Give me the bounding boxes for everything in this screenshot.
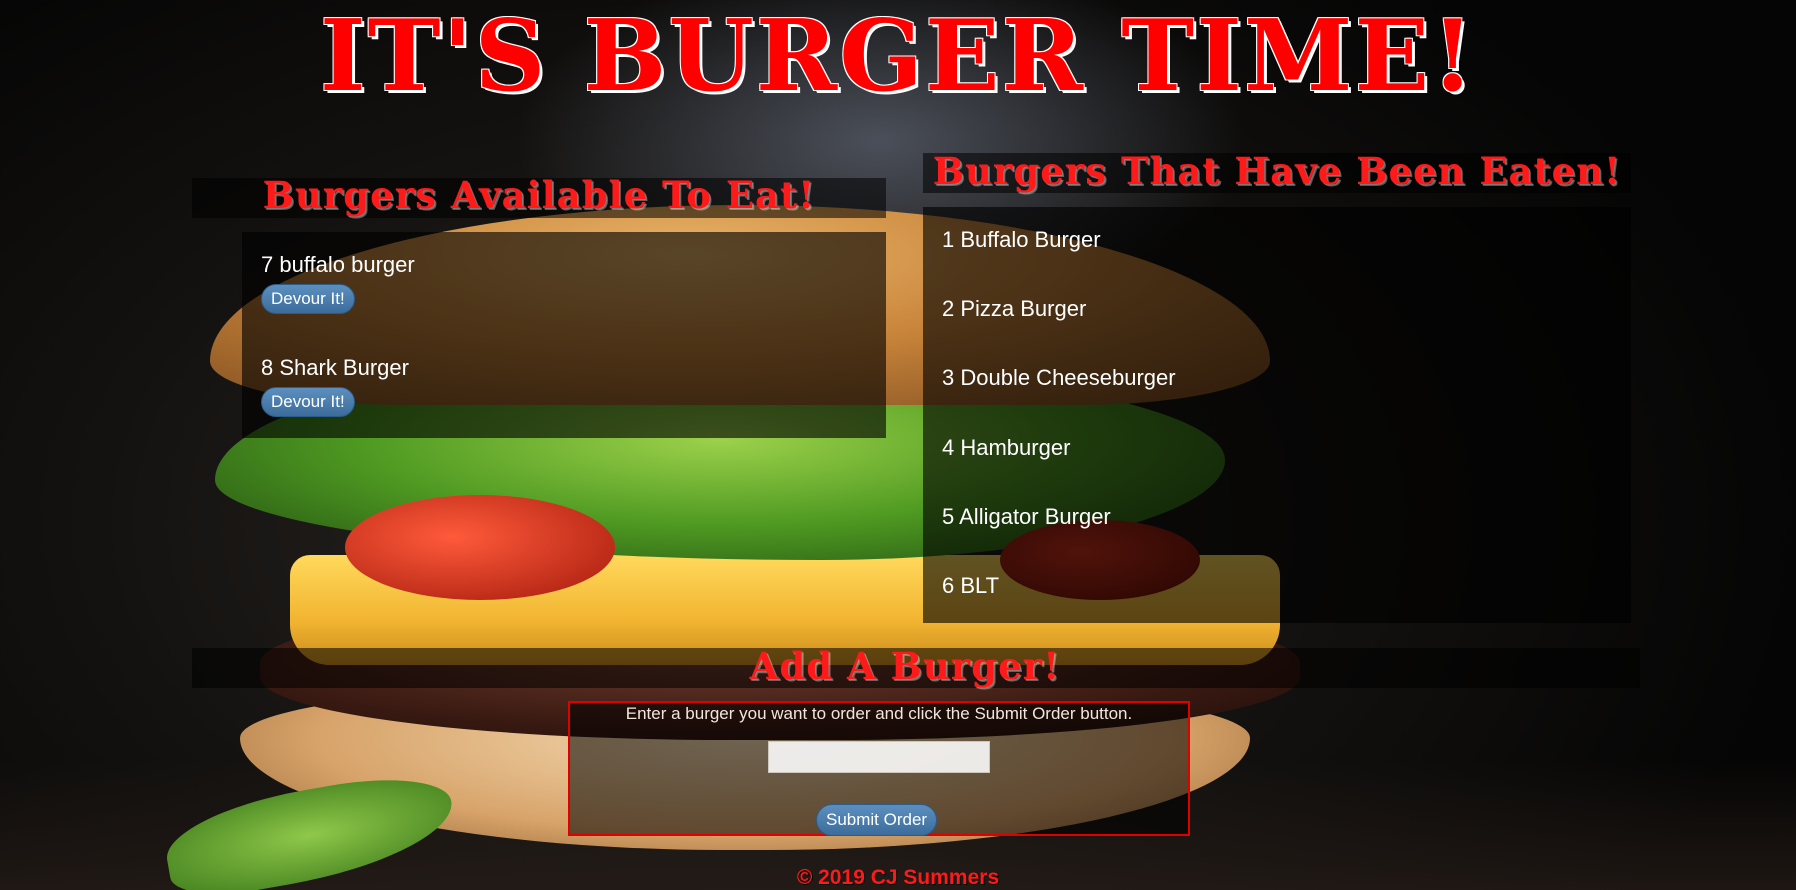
eaten-burger-item: 3 Double Cheeseburger: [942, 365, 1176, 390]
available-burger-item: 7 buffalo burger: [261, 252, 415, 277]
eaten-burgers-panel: [923, 207, 1631, 623]
eaten-heading: Burgers That Have Been Eaten!: [932, 149, 1622, 193]
eaten-burger-item: 6 BLT: [942, 573, 1000, 598]
available-heading: Burgers Available To Eat!: [262, 173, 816, 217]
eaten-burger-item: 2 Pizza Burger: [942, 296, 1087, 321]
add-burger-heading: Add A Burger!: [749, 644, 1061, 688]
form-instructions: Enter a burger you want to order and cli…: [625, 704, 1133, 723]
tomato-art: [345, 495, 615, 600]
eaten-burger-item: 1 Buffalo Burger: [942, 227, 1101, 252]
footer-copyright: © 2019 CJ Summers: [796, 866, 1000, 889]
eaten-burger-item: 5 Alligator Burger: [942, 504, 1111, 529]
eaten-burger-item: 4 Hamburger: [942, 435, 1071, 460]
burger-name-input[interactable]: [768, 741, 990, 773]
available-burger-item: 8 Shark Burger: [261, 355, 409, 380]
submit-order-button[interactable]: Submit Order: [816, 804, 938, 836]
page-title: IT'S BURGER TIME!: [319, 0, 1477, 114]
devour-button[interactable]: Devour It!: [261, 387, 355, 417]
devour-button[interactable]: Devour It!: [261, 284, 355, 314]
